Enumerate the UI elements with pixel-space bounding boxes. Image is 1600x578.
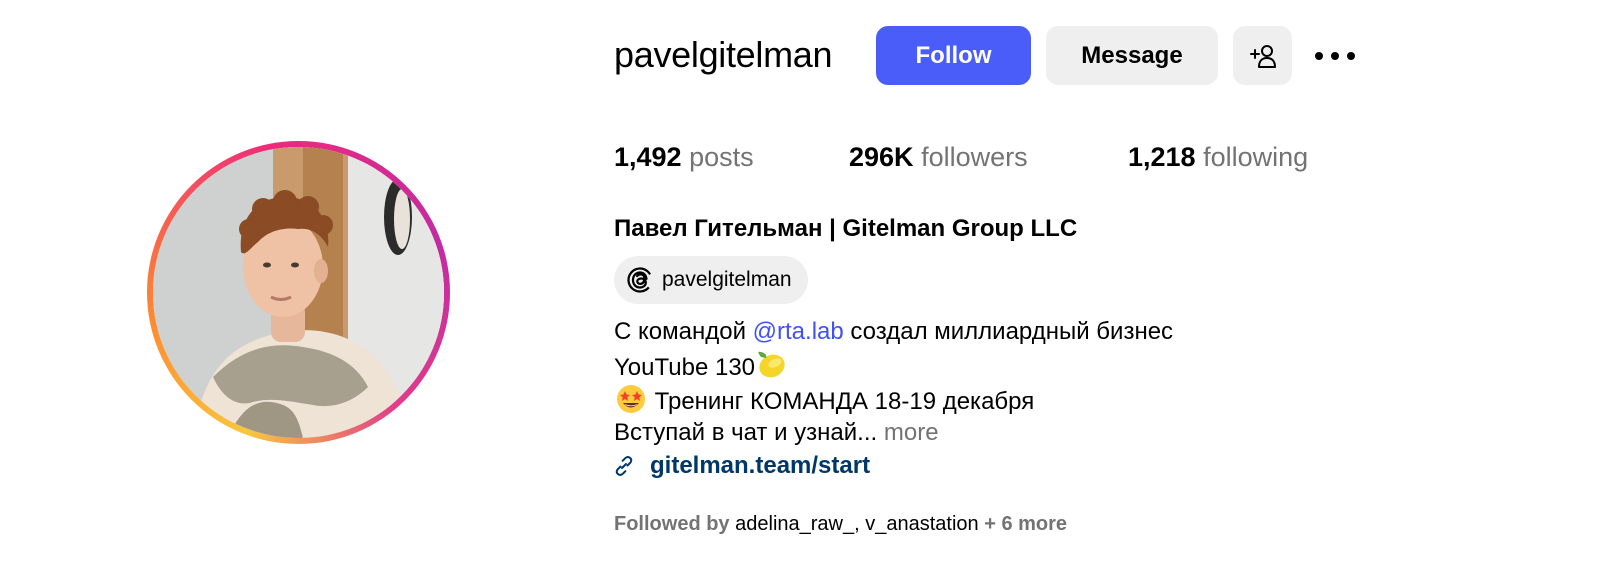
- avatar-photo: [153, 147, 444, 438]
- add-person-icon: [1249, 44, 1276, 68]
- profile-header: pavelgitelman Follow Message 1,492 posts…: [0, 0, 1600, 578]
- threads-logo-icon: [627, 267, 653, 293]
- followed-by-more[interactable]: + 6 more: [984, 513, 1067, 535]
- follow-button[interactable]: Follow: [876, 26, 1031, 85]
- website-link[interactable]: gitelman.team/start: [612, 450, 870, 482]
- suggested-accounts-button[interactable]: [1233, 26, 1292, 85]
- bio-more-link[interactable]: more: [884, 419, 939, 446]
- followed-by-line[interactable]: Followed by adelina_raw_, v_anastation +…: [614, 510, 1067, 538]
- followers-count: 296K: [849, 142, 914, 172]
- bio-line-4: Вступай в чат и узнай... more: [614, 419, 939, 446]
- following-stat[interactable]: 1,218 following: [1128, 139, 1308, 175]
- threads-handle: pavelgitelman: [662, 268, 792, 291]
- posts-count-stat: 1,492 posts: [614, 139, 754, 175]
- followers-label: followers: [921, 142, 1028, 172]
- followed-by-user[interactable]: adelina_raw_,: [735, 513, 860, 535]
- link-chain-icon: [615, 456, 633, 476]
- followers-stat[interactable]: 296K followers: [849, 139, 1028, 175]
- following-label: following: [1203, 142, 1309, 172]
- bio-line-1: С командой @rta.lab создал миллиардный б…: [614, 318, 1174, 345]
- message-button[interactable]: Message: [1046, 26, 1218, 85]
- website-url: gitelman.team/start: [650, 452, 871, 479]
- profile-avatar-ring[interactable]: [147, 141, 450, 444]
- more-options-button[interactable]: [1312, 36, 1358, 76]
- profile-username: pavelgitelman: [614, 34, 833, 75]
- posts-label: posts: [689, 142, 754, 172]
- more-horizontal-icon: [1315, 52, 1355, 60]
- followed-by-user[interactable]: v_anastation: [865, 513, 978, 535]
- following-count: 1,218: [1128, 142, 1196, 172]
- posts-count: 1,492: [614, 142, 682, 172]
- mention-link[interactable]: @rta.lab: [753, 318, 844, 345]
- avatar[interactable]: [153, 147, 444, 438]
- followed-by-prefix: Followed by: [614, 513, 730, 535]
- threads-profile-link[interactable]: pavelgitelman: [614, 256, 808, 304]
- profile-full-name: Павел Гительман | Gitelman Group LLC: [614, 215, 1078, 242]
